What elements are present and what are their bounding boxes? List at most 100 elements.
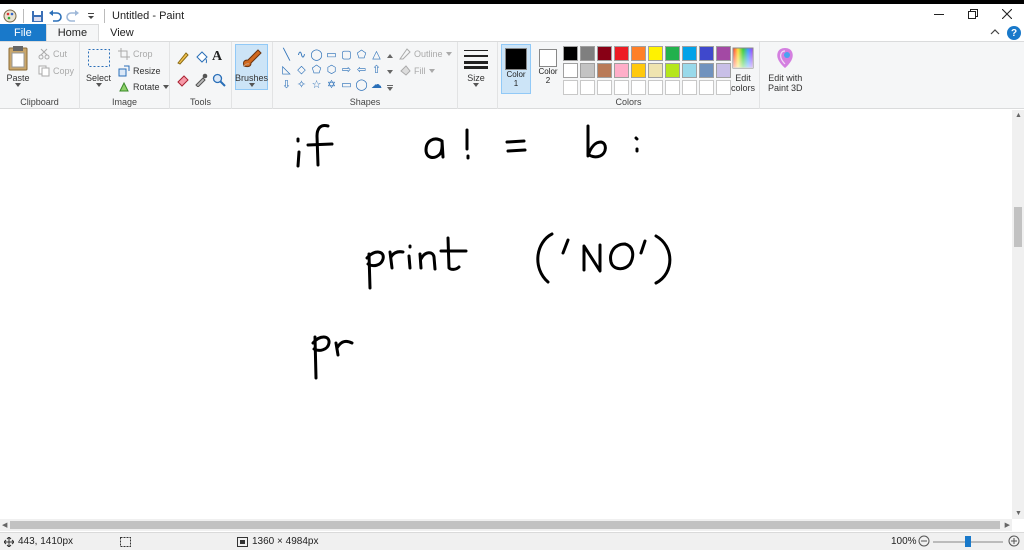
custom-color-slot[interactable]	[682, 80, 697, 95]
palette-swatch[interactable]	[699, 63, 714, 78]
color2-button[interactable]: Color 2	[533, 44, 563, 94]
close-icon[interactable]	[990, 4, 1024, 24]
oval-callout-shape-icon[interactable]: ◯	[354, 77, 369, 91]
custom-color-slot[interactable]	[563, 80, 578, 95]
palette-swatch[interactable]	[631, 46, 646, 61]
fill-button[interactable]: Fill	[399, 63, 435, 78]
five-point-star-shape-icon[interactable]: ☆	[309, 77, 324, 91]
diamond-shape-icon[interactable]: ◇	[294, 62, 309, 76]
palette-swatch[interactable]	[631, 63, 646, 78]
rounded-rectangle-shape-icon[interactable]: ▢	[339, 47, 354, 61]
palette-swatch[interactable]	[597, 46, 612, 61]
color-picker-icon[interactable]	[194, 72, 208, 87]
paste-button[interactable]: Paste	[6, 45, 30, 87]
left-arrow-shape-icon[interactable]: ⇦	[354, 62, 369, 76]
palette-swatch[interactable]	[716, 46, 731, 61]
custom-color-slot[interactable]	[614, 80, 629, 95]
custom-color-slot[interactable]	[665, 80, 680, 95]
cut-button[interactable]: Cut	[38, 46, 67, 61]
minimize-icon[interactable]	[922, 4, 956, 24]
paint-app-icon[interactable]	[2, 8, 18, 24]
color1-button[interactable]: Color 1	[501, 44, 531, 94]
outline-button[interactable]: Outline	[399, 46, 452, 61]
edit-with-paint3d-button[interactable]: Edit with Paint 3D	[768, 45, 803, 93]
vertical-scroll-thumb[interactable]	[1014, 207, 1022, 247]
right-arrow-shape-icon[interactable]: ⇨	[339, 62, 354, 76]
horizontal-scroll-thumb[interactable]	[10, 521, 1000, 529]
oval-shape-icon[interactable]: ◯	[309, 47, 324, 61]
custom-color-slot[interactable]	[580, 80, 595, 95]
shapes-scroll-up-icon[interactable]	[387, 48, 393, 63]
pentagon-shape-icon[interactable]: ⬠	[309, 62, 324, 76]
crop-button[interactable]: Crop	[118, 46, 153, 61]
drawing-canvas[interactable]	[0, 110, 1012, 519]
palette-swatch[interactable]	[614, 63, 629, 78]
palette-swatch[interactable]	[665, 63, 680, 78]
palette-swatch[interactable]	[682, 46, 697, 61]
palette-swatch[interactable]	[563, 63, 578, 78]
rect-callout-shape-icon[interactable]: ▭	[339, 77, 354, 91]
palette-swatch[interactable]	[648, 46, 663, 61]
magnifier-icon[interactable]	[212, 72, 226, 87]
palette-swatch[interactable]	[597, 63, 612, 78]
zoom-out-icon[interactable]	[918, 535, 930, 547]
custom-color-slot[interactable]	[648, 80, 663, 95]
palette-swatch[interactable]	[563, 46, 578, 61]
edit-colors-button[interactable]: Edit colors	[731, 45, 755, 93]
line-shape-icon[interactable]: ╲	[279, 47, 294, 61]
tab-view[interactable]: View	[99, 24, 145, 41]
pencil-icon[interactable]	[176, 50, 190, 65]
tab-home[interactable]: Home	[45, 24, 100, 41]
help-icon[interactable]: ?	[1007, 26, 1021, 40]
eraser-icon[interactable]	[176, 72, 190, 87]
save-icon[interactable]	[29, 8, 45, 24]
palette-swatch[interactable]	[580, 46, 595, 61]
six-point-star-shape-icon[interactable]: ✡	[324, 77, 339, 91]
zoom-slider-thumb[interactable]	[965, 536, 971, 547]
palette-swatch[interactable]	[682, 63, 697, 78]
resize-button[interactable]: Resize	[118, 63, 161, 78]
hexagon-shape-icon[interactable]: ⬡	[324, 62, 339, 76]
scroll-right-arrow-icon[interactable]: ▶	[1005, 521, 1010, 529]
custom-color-slot[interactable]	[631, 80, 646, 95]
four-point-star-shape-icon[interactable]: ✧	[294, 77, 309, 91]
cloud-callout-shape-icon[interactable]: ☁	[369, 77, 384, 91]
palette-swatch[interactable]	[648, 63, 663, 78]
size-button[interactable]: Size	[464, 45, 488, 87]
polygon-shape-icon[interactable]: ⬠	[354, 47, 369, 61]
undo-icon[interactable]	[47, 8, 63, 24]
custom-color-slot[interactable]	[716, 80, 731, 95]
select-button[interactable]: Select	[86, 45, 111, 87]
rectangle-shape-icon[interactable]: ▭	[324, 47, 339, 61]
custom-color-slot[interactable]	[597, 80, 612, 95]
curve-shape-icon[interactable]: ∿	[294, 47, 309, 61]
zoom-in-icon[interactable]	[1008, 535, 1020, 547]
restore-icon[interactable]	[956, 4, 990, 24]
redo-icon[interactable]	[65, 8, 81, 24]
scroll-up-arrow-icon[interactable]: ▲	[1015, 112, 1022, 119]
brushes-button[interactable]: Brushes	[235, 44, 268, 90]
palette-swatch[interactable]	[716, 63, 731, 78]
horizontal-scrollbar[interactable]: ◀ ▶	[0, 519, 1012, 531]
custom-color-slot[interactable]	[699, 80, 714, 95]
fill-bucket-icon[interactable]	[194, 50, 208, 65]
palette-swatch[interactable]	[699, 46, 714, 61]
up-arrow-shape-icon[interactable]: ⇧	[369, 62, 384, 76]
scroll-down-arrow-icon[interactable]: ▼	[1015, 510, 1022, 517]
shapes-scroll-down-icon[interactable]	[387, 64, 393, 79]
right-triangle-shape-icon[interactable]: ◺	[279, 62, 294, 76]
copy-button[interactable]: Copy	[38, 63, 74, 78]
customize-qat-icon[interactable]	[83, 8, 99, 24]
down-arrow-shape-icon[interactable]: ⇩	[279, 77, 294, 91]
palette-swatch[interactable]	[665, 46, 680, 61]
palette-swatch[interactable]	[614, 46, 629, 61]
palette-swatch[interactable]	[580, 63, 595, 78]
tab-file[interactable]: File	[0, 24, 46, 41]
collapse-ribbon-icon[interactable]	[990, 27, 1000, 39]
text-tool-icon[interactable]: A	[212, 49, 222, 64]
vertical-scrollbar[interactable]: ▲ ▼	[1012, 110, 1024, 519]
scroll-left-arrow-icon[interactable]: ◀	[2, 521, 7, 529]
rotate-button[interactable]: Rotate	[118, 79, 169, 94]
triangle-shape-icon[interactable]: △	[369, 47, 384, 61]
shapes-expand-icon[interactable]	[387, 80, 393, 95]
